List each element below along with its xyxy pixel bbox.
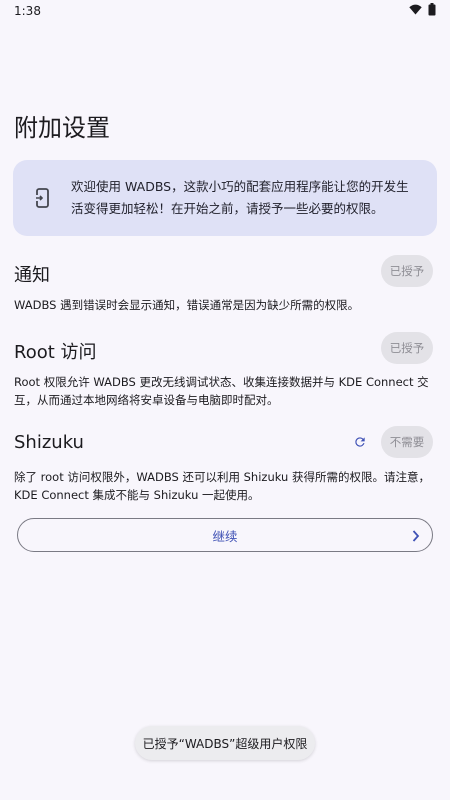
- status-icons: [409, 3, 436, 19]
- section-title: Root 访问: [14, 342, 97, 363]
- section-title: 通知: [14, 265, 50, 286]
- status-bar: 1:38: [0, 0, 450, 22]
- section-description: WADBS 遇到错误时会显示通知，错误通常是因为缺少所需的权限。: [14, 298, 360, 312]
- section-shizuku: Shizuku 不需要 除了 root 访问权限外，WADBS 还可以利用 Sh…: [14, 426, 436, 506]
- toast-message: 已授予“WADBS”超级用户权限: [135, 726, 315, 760]
- notifications-status-button[interactable]: 已授予: [381, 255, 433, 287]
- continue-label: 继续: [212, 528, 238, 544]
- root-status-button[interactable]: 已授予: [381, 332, 433, 364]
- chevron-right-icon: [412, 528, 420, 547]
- page-title: 附加设置: [14, 114, 110, 142]
- section-root-access: Root 访问 已授予 Root 权限允许 WADBS 更改无线调试状态、收集连…: [14, 332, 436, 412]
- section-description: 除了 root 访问权限外，WADBS 还可以利用 Shizuku 获得所需的权…: [14, 470, 430, 502]
- welcome-card: 欢迎使用 WADBS，这款小巧的配套应用程序能让您的开发生活变得更加轻松！在开始…: [13, 160, 437, 236]
- wifi-icon: [409, 4, 422, 18]
- section-notifications: 通知 已授予 WADBS 遇到错误时会显示通知，错误通常是因为缺少所需的权限。: [14, 255, 436, 317]
- section-description: Root 权限允许 WADBS 更改无线调试状态、收集连接数据并与 KDE Co…: [14, 375, 429, 407]
- continue-button[interactable]: 继续: [17, 518, 433, 552]
- welcome-text: 欢迎使用 WADBS，这款小巧的配套应用程序能让您的开发生活变得更加轻松！在开始…: [71, 179, 409, 216]
- battery-icon: [428, 3, 436, 19]
- refresh-icon[interactable]: [352, 434, 368, 450]
- section-title: Shizuku: [14, 432, 84, 453]
- phone-link-icon: [35, 188, 51, 208]
- shizuku-status-button[interactable]: 不需要: [381, 426, 433, 458]
- status-time: 1:38: [14, 4, 41, 18]
